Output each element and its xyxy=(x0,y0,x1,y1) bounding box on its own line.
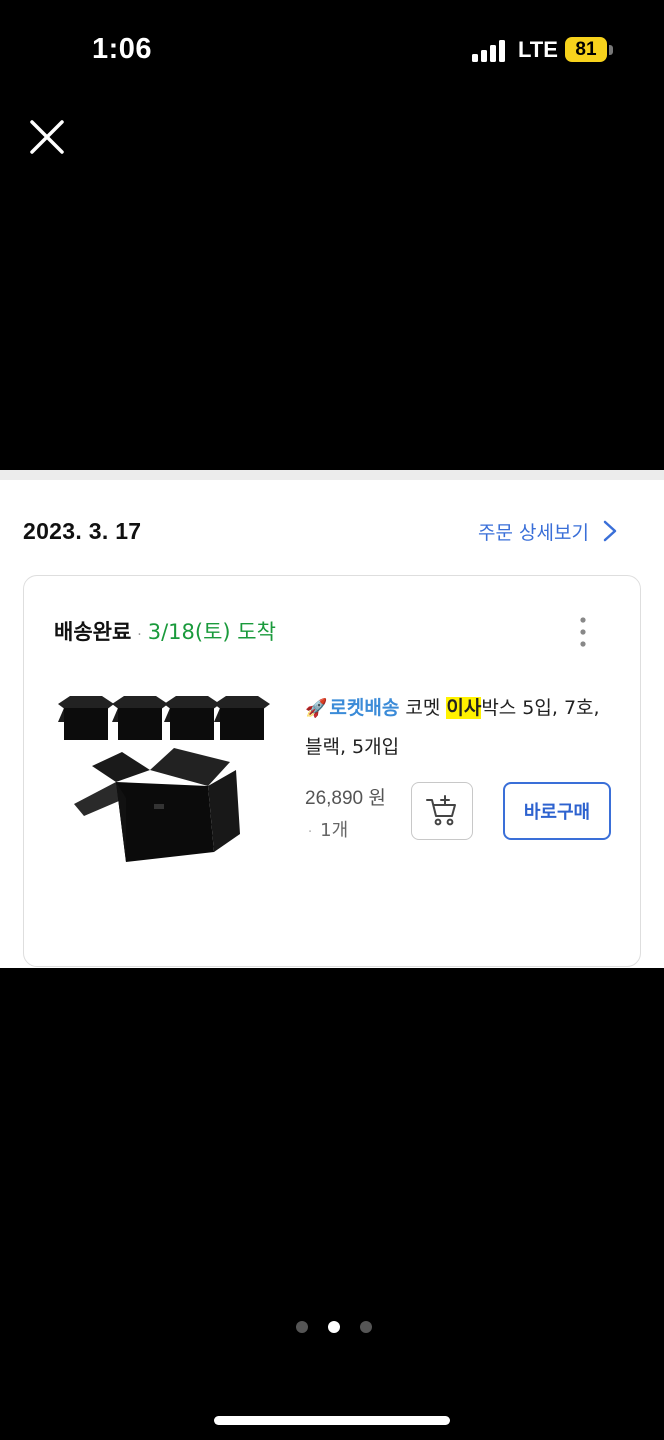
battery-level: 81 xyxy=(565,37,607,62)
home-indicator[interactable] xyxy=(214,1416,450,1425)
small-boxes xyxy=(58,696,270,740)
status-bar: 1:06 LTE 81 xyxy=(0,0,664,100)
delivery-status-label: 배송완료 xyxy=(54,620,132,644)
order-detail-link[interactable]: 주문 상세보기 xyxy=(478,516,617,546)
network-label: LTE xyxy=(518,37,558,62)
more-options-icon[interactable] xyxy=(575,614,591,650)
rocket-delivery-badge: 🚀 로켓배송 xyxy=(305,697,399,719)
product-info: 🚀 로켓배송 코멧 이사박스 5입, 7호, 블랙, 5개입 xyxy=(305,689,617,766)
page-indicator xyxy=(296,1321,372,1333)
order-date: 2023. 3. 17 xyxy=(23,518,142,544)
arrival-date: 3/18(토) 도착 xyxy=(147,620,276,644)
page-dot[interactable] xyxy=(296,1321,308,1333)
signal-icon xyxy=(472,40,505,62)
quantity-separator: · xyxy=(308,825,313,840)
order-card: 배송완료 · 3/18(토) 도착 🚀 로켓배송 코멧 이사박스 5입, 7호,… xyxy=(23,575,641,967)
quantity-value: 1개 xyxy=(320,820,349,841)
search-highlight: 이사 xyxy=(446,697,482,719)
product-quantity: · 1개 xyxy=(308,816,348,842)
battery-icon: 81 xyxy=(565,37,613,63)
status-time: 1:06 xyxy=(92,33,153,65)
product-name-part: 코멧 xyxy=(405,697,447,719)
close-icon[interactable] xyxy=(28,118,66,156)
order-screenshot-panel: 2023. 3. 17 주문 상세보기 배송완료 · 3/18(토) 도착 🚀 … xyxy=(0,470,664,968)
page-dot[interactable] xyxy=(360,1321,372,1333)
product-title[interactable]: 🚀 로켓배송 코멧 이사박스 5입, 7호, 블랙, 5개입 xyxy=(305,689,617,766)
product-price: 26,890 원 xyxy=(305,788,386,809)
buy-now-button[interactable]: 바로구매 xyxy=(503,782,611,840)
rocket-delivery-label: 로켓배송 xyxy=(329,697,400,719)
large-box xyxy=(74,748,240,862)
delivery-status: 배송완료 · 3/18(토) 도착 xyxy=(54,616,276,646)
order-detail-label: 주문 상세보기 xyxy=(478,521,589,544)
rocket-icon: 🚀 xyxy=(305,698,328,719)
product-image[interactable] xyxy=(54,686,274,896)
status-separator: · xyxy=(137,627,142,643)
page-dot-active[interactable] xyxy=(328,1321,340,1333)
add-to-cart-icon xyxy=(426,795,456,826)
add-to-cart-button[interactable] xyxy=(411,782,473,840)
chevron-right-icon xyxy=(603,520,617,542)
battery-cap xyxy=(609,45,613,55)
